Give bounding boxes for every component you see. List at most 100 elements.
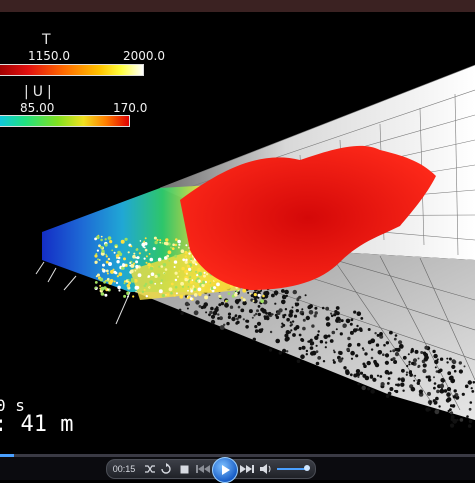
particle-dark [289,331,291,333]
particle-dark [401,369,405,373]
particle-light [191,287,193,289]
particle-dark [367,361,371,365]
particle-light [192,260,196,264]
particle-dark [403,356,407,360]
particle-dark [376,343,379,346]
particle-dark [434,401,438,405]
particle-dark [285,308,287,310]
particle-dark [433,376,435,378]
particle-light [253,300,255,302]
particle-light [198,288,202,292]
particle-dark [217,313,219,315]
particle-light [203,275,206,278]
particle-light [175,272,178,275]
stop-icon[interactable] [177,460,191,478]
particle-dark [238,299,241,302]
particle-dark [318,330,320,332]
particle-light [168,260,170,262]
particle-dark [368,328,371,331]
particle-light [105,243,108,246]
particle-light [175,286,178,289]
temperature-colorbar [0,64,144,76]
particle-dark [364,352,367,355]
particle-light [159,289,163,293]
particle-light [184,278,187,281]
play-icon[interactable] [212,457,238,483]
particle-dark [331,315,334,318]
particle-dark [257,322,261,326]
particle-light [174,266,176,268]
repeat-icon[interactable] [159,460,173,478]
particle-dark [286,350,288,352]
particle-light [96,275,98,277]
particle-dark [243,318,245,320]
particle-dark [465,385,469,389]
particle-light [178,247,180,249]
particle-dark [238,315,242,319]
particle-light [241,297,243,299]
shuffle-icon[interactable] [143,460,157,478]
particle-dark [427,392,431,396]
particle-light [162,242,164,244]
particle-dark [371,348,373,350]
particle-dark [282,324,285,327]
particle-dark [306,353,308,355]
particle-dark [400,383,404,387]
player-controls: 00:15 [106,459,316,479]
particle-light [166,293,169,296]
particle-dark [180,312,183,315]
particle-dark [336,306,340,310]
particle-light [206,273,208,275]
particle-dark [411,362,414,365]
particle-dark [286,295,288,297]
particle-light [186,273,188,275]
particle-dark [350,323,353,326]
particle-dark [434,360,438,364]
particle-dark [330,339,334,343]
particle-light [161,279,163,281]
particle-dark [346,319,351,324]
seek-bar[interactable] [0,454,475,457]
particle-dark [223,324,225,326]
particle-dark [409,371,412,374]
particle-dark [413,380,415,382]
particle-dark [388,373,390,375]
particle-dark [289,310,293,314]
particle-dark [398,378,401,381]
particle-dark [333,361,336,364]
particle-dark [392,357,395,360]
seek-progress [0,454,14,457]
particle-dark [282,314,284,316]
previous-icon[interactable] [195,460,211,478]
particle-light [139,252,141,254]
particle-dark [274,303,276,305]
particle-light [151,272,155,276]
particle-dark [386,395,389,398]
particle-light [136,286,139,289]
particle-dark [230,306,233,309]
volume-knob[interactable] [304,465,310,471]
particle-dark [235,314,238,317]
particle-dark [394,390,396,392]
particle-dark [307,305,311,309]
next-icon[interactable] [239,460,255,478]
particle-light [110,270,114,274]
particle-dark [371,357,374,360]
particle-light [262,295,265,298]
volume-icon[interactable] [259,460,273,478]
particle-dark [351,318,354,321]
particle-light [213,286,216,289]
particle-dark [386,341,389,344]
particle-dark [205,311,207,313]
particle-light [197,280,199,282]
particle-dark [277,311,281,315]
particle-light [128,251,130,253]
particle-dark [316,350,319,353]
particle-dark [406,371,408,373]
particle-dark [274,290,279,295]
particle-light [168,250,172,254]
particle-dark [469,419,473,423]
particle-dark [401,378,405,382]
volume-slider[interactable] [277,468,307,470]
particle-light [189,276,191,278]
